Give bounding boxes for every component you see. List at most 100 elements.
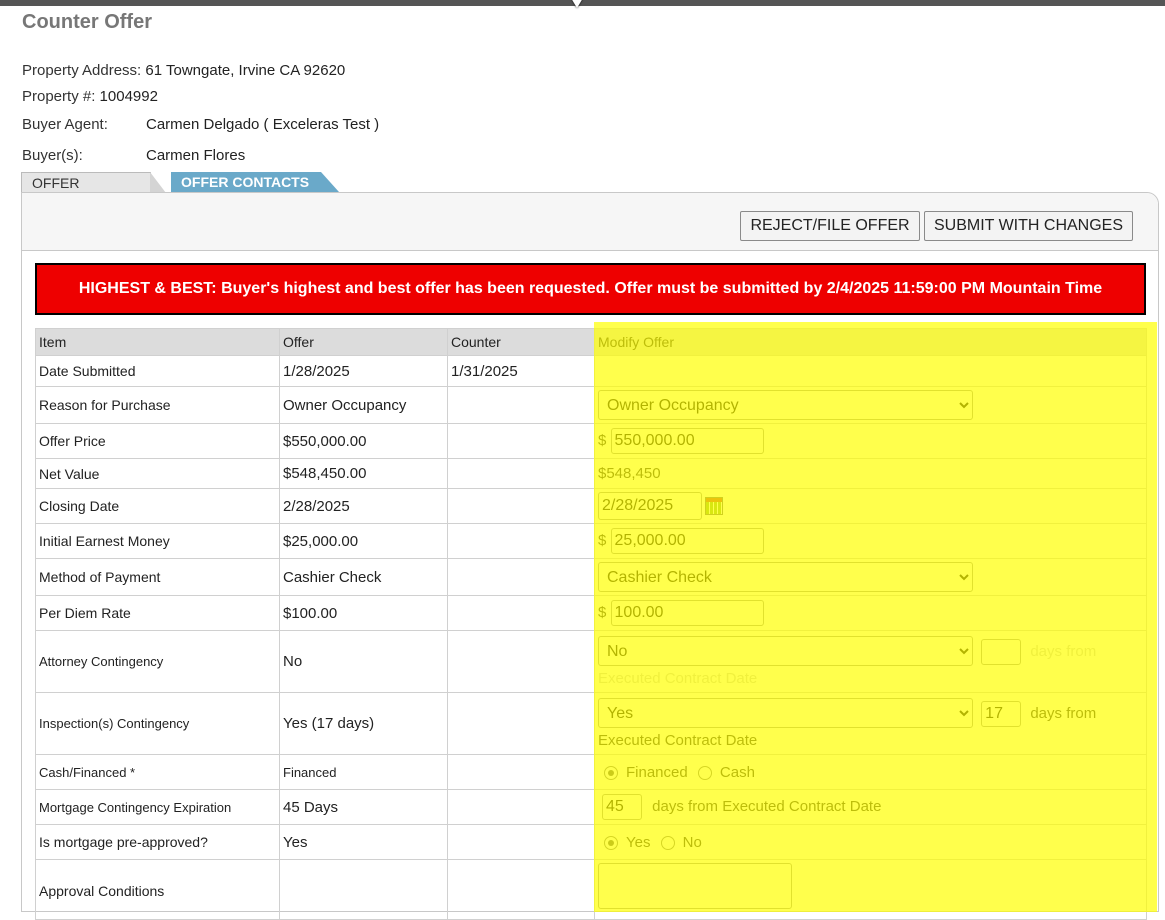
item-cell: Is mortgage pre-approved? [35,824,280,860]
tab-offer-contacts[interactable]: OFFER CONTACTS [171,172,339,192]
buyers-value: Carmen Flores [146,147,246,164]
counter-cell [447,488,595,524]
inspection-days-input[interactable] [981,700,1022,727]
table-row: Per Diem Rate $100.00 $ [35,595,1147,631]
counter-cell: 1/31/2025 [447,355,595,387]
table-row: Date Submitted 1/28/2025 1/31/2025 [35,355,1147,387]
tab-offer-details[interactable]: OFFER DETAILS [21,172,166,212]
property-address-label: Property Address: [22,62,142,79]
property-address-value: 61 Towngate, Irvine CA 92620 [145,62,346,79]
modify-cell: $ [594,523,1147,559]
calendar-icon[interactable] [705,497,723,516]
offer-cell: 1/28/2025 [279,355,448,387]
item-cell: Cash/Financed * [35,754,280,790]
item-cell: Closing Date [35,488,280,524]
item-cell: Attorney Contingency [35,630,280,693]
preapproved-yes-label: Yes [626,833,651,851]
modify-cell [594,355,1147,387]
reason-select[interactable]: Owner Occupancy [598,390,973,420]
header-offer: Offer [279,328,448,356]
table-row: Offer Price $550,000.00 $ [35,423,1147,459]
offer-cell: Financed [279,754,448,790]
table-row: Is mortgage pre-approved? Yes Yes No [35,824,1147,860]
modify-cell: Financed Cash [594,754,1147,790]
table-header-row: Item Offer Counter Modify Offer [35,328,1147,356]
attorney-days-input[interactable] [981,638,1022,665]
days-from-label: days from [1030,642,1097,660]
item-cell: Mortgage Contingency Expiration [35,789,280,825]
item-cell: Inspection(s) Contingency [35,692,280,755]
counter-cell [447,558,595,596]
buyer-agent-value: Carmen Delgado ( Exceleras Test ) [146,116,380,133]
modify-cell: Cashier Check [594,558,1147,596]
net-value-cell: $548,450 [594,458,1147,489]
table-row: Closing Date 2/28/2025 [35,488,1147,524]
counter-cell [447,754,595,790]
offer-cell [279,859,448,920]
currency-symbol: $ [598,532,607,549]
table-row: Attorney Contingency No No days from Exe… [35,630,1147,693]
counter-cell [447,595,595,631]
offer-cell: 45 Days [279,789,448,825]
mouse-cursor-icon [571,0,583,8]
preapproved-no-radio[interactable] [660,835,675,850]
buyer-agent-label: Buyer Agent: [22,116,108,133]
item-cell: Per Diem Rate [35,595,280,631]
highest-best-alert: HIGHEST & BEST: Buyer's highest and best… [35,263,1146,315]
preapproved-yes-radio[interactable] [604,835,618,850]
counter-cell [447,824,595,860]
header-modify-offer: Modify Offer [594,328,1147,356]
item-cell: Approval Conditions [35,859,280,920]
payment-method-select[interactable]: Cashier Check [598,562,973,592]
buyer-agent: Buyer Agent: Carmen Delgado ( Exceleras T… [22,116,379,133]
executed-contract-label: Executed Contract Date [598,732,758,749]
counter-cell [447,523,595,559]
earnest-money-input[interactable] [610,528,764,554]
per-diem-input[interactable] [610,600,764,626]
offer-cell: Owner Occupancy [279,386,448,424]
submit-with-changes-button[interactable]: SUBMIT WITH CHANGES [924,211,1133,241]
inspection-contingency-select[interactable]: Yes [598,698,973,728]
offer-price-input[interactable] [610,428,764,454]
offer-cell: $100.00 [279,595,448,631]
financed-radio[interactable] [604,765,618,780]
attorney-contingency-select[interactable]: No [598,636,973,666]
header-item: Item [35,328,280,356]
currency-symbol: $ [598,604,607,621]
days-from-label: days from [1030,704,1097,722]
mortgage-days-suffix: days from Executed Contract Date [652,798,882,815]
modify-cell: $ [594,423,1147,459]
table-row: Mortgage Contingency Expiration 45 Days … [35,789,1147,825]
modify-cell: Owner Occupancy [594,386,1147,424]
buyers: Buyer(s): Carmen Flores [22,147,245,164]
offer-table: Item Offer Counter Modify Offer Date Sub… [35,328,1147,920]
approval-conditions-textarea[interactable] [598,863,792,909]
counter-cell [447,386,595,424]
reject-file-offer-button[interactable]: REJECT/FILE OFFER [740,211,920,241]
cash-radio[interactable] [697,765,712,780]
table-row: Inspection(s) Contingency Yes (17 days) … [35,692,1147,755]
property-number-value: 1004992 [99,88,158,105]
offer-cell: 2/28/2025 [279,488,448,524]
buyers-label: Buyer(s): [22,147,83,164]
mortgage-days-input[interactable] [602,794,642,820]
counter-cell [447,692,595,755]
property-address: Property Address: 61 Towngate, Irvine CA… [22,62,345,79]
table-row: Initial Earnest Money $25,000.00 $ [35,523,1147,559]
panel-toolbar: REJECT/FILE OFFER SUBMIT WITH CHANGES [22,193,1158,251]
modify-cell [594,488,1147,524]
counter-cell [447,458,595,489]
table-row: Net Value $548,450.00 $548,450 [35,458,1147,489]
closing-date-input[interactable] [598,492,702,520]
offer-cell: $548,450.00 [279,458,448,489]
page-title: Counter Offer [22,11,152,33]
item-cell: Net Value [35,458,280,489]
table-row: Cash/Financed * Financed Financed Cash [35,754,1147,790]
item-cell: Initial Earnest Money [35,523,280,559]
offer-cell: Yes (17 days) [279,692,448,755]
table-row: Reason for Purchase Owner Occupancy Owne… [35,386,1147,424]
modify-cell: No days from Executed Contract Date [594,630,1147,693]
item-cell: Offer Price [35,423,280,459]
item-cell: Date Submitted [35,355,280,387]
preapproved-no-label: No [682,833,702,851]
